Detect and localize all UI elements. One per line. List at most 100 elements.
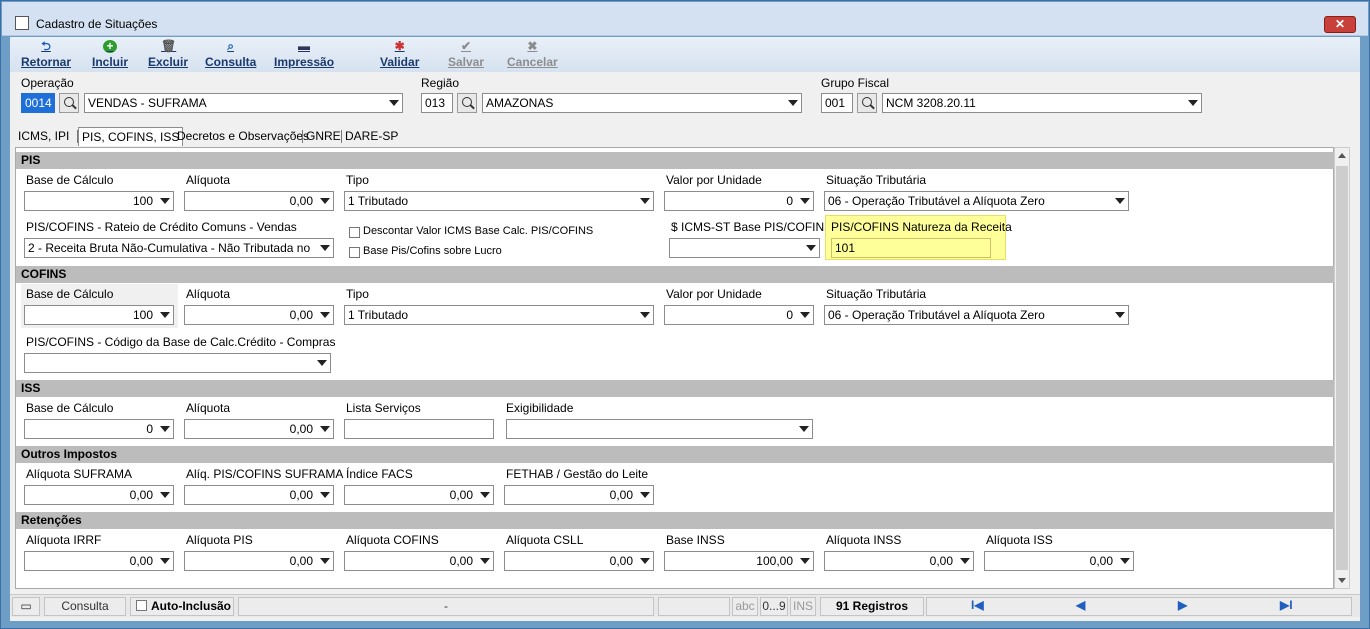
add-icon: + <box>103 40 117 53</box>
retornar-button[interactable]: ⮌ Retornar <box>21 40 71 70</box>
operacao-search-icon[interactable] <box>59 93 79 113</box>
pis-base-label: Base de Cálculo <box>26 173 114 187</box>
descontar-icms-checkbox[interactable] <box>349 227 360 238</box>
cofins-situacao-select[interactable]: 06 - Operação Tributável a Alíquota Zero <box>824 305 1129 325</box>
ret-cofins-label: Alíquota COFINS <box>346 533 439 547</box>
iss-aliquota-input[interactable]: 0,00 <box>184 419 334 439</box>
nav-first-icon[interactable]: I◀ <box>971 598 984 612</box>
incluir-button[interactable]: + Incluir <box>92 40 129 70</box>
chevron-down-icon <box>389 100 399 106</box>
pis-rateio-value: 2 - Receita Bruta Não-Cumulativa - Não T… <box>28 241 311 255</box>
icms-st-select[interactable] <box>669 238 820 258</box>
section-iss: ISS <box>16 380 1335 397</box>
pis-rateio-label: PIS/COFINS - Rateio de Crédito Comuns - … <box>26 220 297 234</box>
chevron-down-icon <box>800 558 810 564</box>
chevron-down-icon <box>640 198 650 204</box>
validate-icon: ✱ <box>394 39 405 53</box>
scroll-thumb[interactable] <box>1336 166 1348 570</box>
pis-rateio-select[interactable]: 2 - Receita Bruta Não-Cumulativa - Não T… <box>24 238 334 258</box>
cofins-tipo-select[interactable]: 1 Tributado <box>344 305 654 325</box>
scroll-down-icon[interactable] <box>1338 578 1346 583</box>
keyboard-icon[interactable]: ▭ <box>12 597 40 616</box>
vertical-scrollbar[interactable] <box>1334 147 1350 589</box>
grupo-fiscal-search-icon[interactable] <box>857 93 877 113</box>
nav-last-icon[interactable]: ▶I <box>1280 598 1293 612</box>
ret-cofins-value: 0,00 <box>449 554 473 568</box>
cofins-base-label: Base de Cálculo <box>26 287 114 301</box>
validar-button[interactable]: ✱ Validar <box>380 39 419 70</box>
natureza-label: PIS/COFINS Natureza da Receita <box>831 220 1012 234</box>
tab-gnre[interactable]: GNRE <box>303 127 344 146</box>
chevron-down-icon <box>1188 100 1198 106</box>
title-bar: Cadastro de Situações ✕ <box>2 2 1368 36</box>
natureza-input[interactable]: 101 <box>831 238 991 258</box>
chevron-down-icon <box>160 558 170 564</box>
section-cofins: COFINS <box>16 266 1335 283</box>
operacao-code-input[interactable]: 0014 <box>21 93 55 113</box>
cofins-tipo-label: Tipo <box>346 287 369 301</box>
pis-valor-unidade-input[interactable]: 0 <box>664 191 814 211</box>
salvar-button[interactable]: ✔ Salvar <box>448 39 485 70</box>
cancelar-button[interactable]: ✖ Cancelar <box>507 39 558 70</box>
ret-pis-input[interactable]: 0,00 <box>184 551 334 571</box>
cofins-valor-unidade-value: 0 <box>786 308 793 322</box>
cofins-valor-unidade-input[interactable]: 0 <box>664 305 814 325</box>
cofins-valor-unidade-label: Valor por Unidade <box>666 287 762 301</box>
grupo-fiscal-select[interactable]: NCM 3208.20.11 <box>882 93 1202 113</box>
tab-dare-sp[interactable]: DARE-SP <box>342 127 401 146</box>
fethab-input[interactable]: 0,00 <box>504 485 654 505</box>
inss-input[interactable]: 0,00 <box>824 551 974 571</box>
cancel-icon: ✖ <box>527 39 538 53</box>
chevron-down-icon <box>640 492 650 498</box>
base-lucro-checkbox[interactable] <box>349 247 360 258</box>
regiao-search-icon[interactable] <box>457 93 477 113</box>
irrf-input[interactable]: 0,00 <box>24 551 174 571</box>
check-icon: ✔ <box>460 39 472 53</box>
pis-tipo-select[interactable]: 1 Tributado <box>344 191 654 211</box>
regiao-select[interactable]: AMAZONAS <box>482 93 802 113</box>
scroll-up-icon[interactable] <box>1338 153 1346 158</box>
excluir-label: Excluir <box>148 55 189 69</box>
pis-cofins-suframa-input[interactable]: 0,00 <box>184 485 334 505</box>
suframa-input[interactable]: 0,00 <box>24 485 174 505</box>
descontar-icms-label: Descontar Valor ICMS Base Calc. PIS/COFI… <box>363 225 594 237</box>
toolbar: ⮌ Retornar + Incluir 🗑 Excluir ⌕ Consulta ▬ I… <box>10 37 1360 72</box>
base-inss-input[interactable]: 100,00 <box>664 551 814 571</box>
nav-next-icon[interactable]: ▶ <box>1178 598 1187 612</box>
cofins-situacao-label: Situação Tributária <box>826 287 927 301</box>
regiao-code-input[interactable]: 013 <box>421 93 453 113</box>
cofins-aliquota-input[interactable]: 0,00 <box>184 305 334 325</box>
tab-icms-ipi[interactable]: ICMS, IPI <box>15 127 72 146</box>
cofins-base-input[interactable]: 100 <box>24 305 174 325</box>
tab-pis-cofins-iss[interactable]: PIS, COFINS, ISS <box>78 127 184 146</box>
close-button[interactable]: ✕ <box>1324 16 1356 33</box>
ret-iss-input[interactable]: 0,00 <box>984 551 1134 571</box>
grupo-fiscal-code-input[interactable]: 001 <box>821 93 853 113</box>
consulta-button[interactable]: ⌕ Consulta <box>205 40 256 70</box>
impressao-button[interactable]: ▬ Impressão <box>274 40 334 70</box>
salvar-label: Salvar <box>448 55 485 69</box>
cofins-codigo-base-select[interactable] <box>24 353 331 373</box>
iss-exig-select[interactable] <box>506 419 813 439</box>
auto-inclusao-toggle[interactable]: Auto-Inclusão <box>130 597 234 616</box>
facs-input[interactable]: 0,00 <box>344 485 494 505</box>
tab-decretos[interactable]: Decretos e Observações <box>174 127 312 146</box>
nav-prev-icon[interactable]: ◀ <box>1076 598 1085 612</box>
excluir-button[interactable]: 🗑 Excluir <box>148 40 189 70</box>
ret-csll-input[interactable]: 0,00 <box>504 551 654 571</box>
pis-aliquota-input[interactable]: 0,00 <box>184 191 334 211</box>
iss-lista-input[interactable] <box>344 419 494 439</box>
regiao-select-value: AMAZONAS <box>486 96 554 110</box>
chevron-down-icon <box>320 312 330 318</box>
pis-situacao-select[interactable]: 06 - Operação Tributável a Alíquota Zero <box>824 191 1129 211</box>
chevron-down-icon <box>788 100 798 106</box>
auto-inclusao-checkbox[interactable] <box>136 600 147 611</box>
operacao-select[interactable]: VENDAS - SUFRAMA <box>84 93 403 113</box>
status-registros: 91 Registros <box>820 597 924 616</box>
pis-base-input[interactable]: 100 <box>24 191 174 211</box>
ret-cofins-input[interactable]: 0,00 <box>344 551 494 571</box>
chevron-down-icon <box>1115 198 1125 204</box>
incluir-label: Incluir <box>92 55 129 69</box>
inss-value: 0,00 <box>929 554 953 568</box>
iss-base-input[interactable]: 0 <box>24 419 174 439</box>
